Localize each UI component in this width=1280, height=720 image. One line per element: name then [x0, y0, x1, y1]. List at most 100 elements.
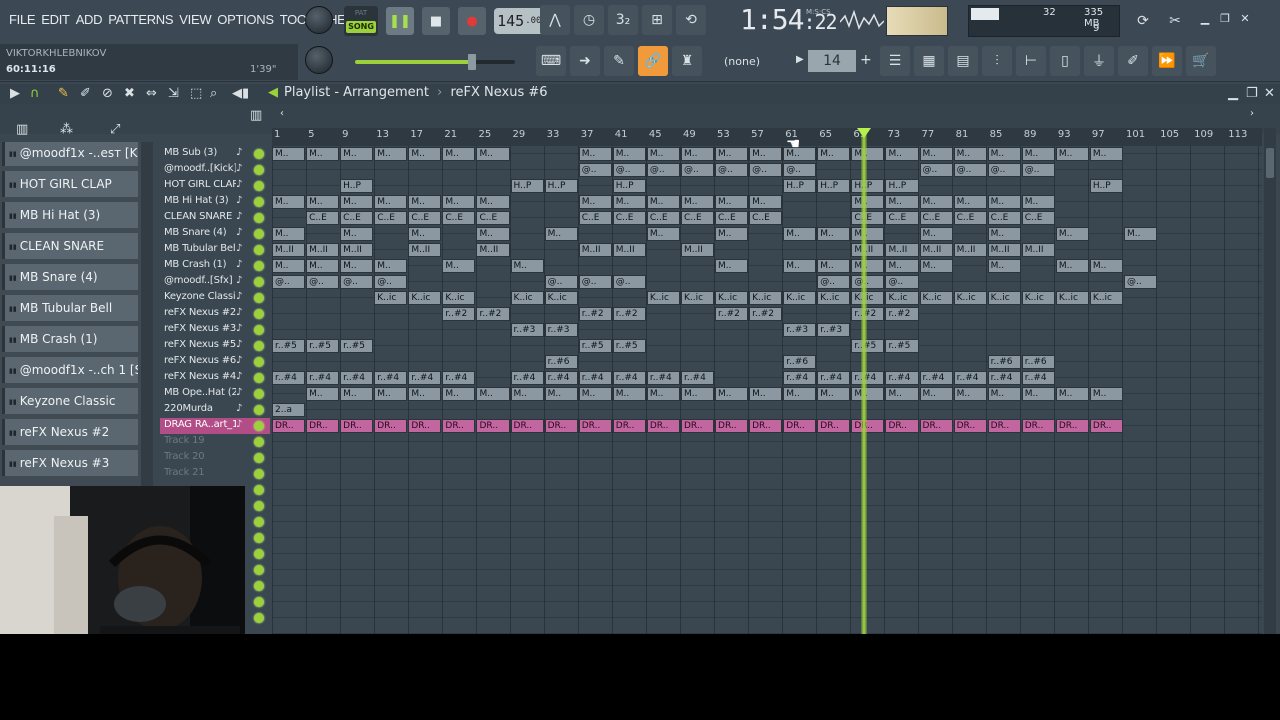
pattern-clip[interactable]: M..	[885, 387, 919, 401]
playhead-marker[interactable]	[857, 128, 872, 138]
pattern-clip[interactable]: M..	[374, 195, 408, 209]
pattern-clip[interactable]: M..	[408, 195, 442, 209]
pattern-clip[interactable]: M..	[1089, 387, 1123, 401]
pattern-clip[interactable]: r..#3	[817, 323, 851, 337]
track-header[interactable]: Track 20	[160, 450, 270, 466]
video-button[interactable]: ⏩	[1152, 46, 1182, 76]
pattern-clip[interactable]: M..	[408, 227, 442, 241]
pattern-clip[interactable]: M..II	[953, 243, 987, 257]
pattern-clip[interactable]: M..	[306, 195, 340, 209]
picker-item[interactable]: MB Snare (4)	[2, 264, 138, 290]
pattern-clip[interactable]: r..#4	[987, 371, 1021, 385]
record-button[interactable]: ●	[458, 7, 486, 35]
pattern-clip[interactable]: DR..	[1089, 419, 1123, 433]
pattern-clip[interactable]: @..	[544, 275, 578, 289]
track-header[interactable]: @moodf..[Kick] ♪	[160, 162, 270, 178]
track-header[interactable]: reFX Nexus #2 ♪	[160, 306, 270, 322]
pattern-clip[interactable]: M..	[578, 387, 612, 401]
pattern-clip[interactable]: C..E	[919, 211, 953, 225]
pattern-clip[interactable]: M..	[919, 259, 953, 273]
track-mute-led[interactable]	[254, 565, 264, 575]
store-button[interactable]: 🛒	[1186, 46, 1216, 76]
track-header[interactable]: MB Crash (1) ♪	[160, 258, 270, 274]
track-mute-led[interactable]	[254, 165, 264, 175]
picker-item[interactable]: MB Crash (1)	[2, 326, 138, 352]
track-mute-led[interactable]	[254, 453, 264, 463]
pattern-clip[interactable]: M..	[374, 387, 408, 401]
pat-song-toggle[interactable]: PAT SONG	[344, 6, 378, 36]
pattern-clip[interactable]: M..	[680, 195, 715, 209]
picker-item[interactable]: Keyzone Classic	[2, 388, 138, 414]
pattern-clip[interactable]: M..	[1089, 259, 1123, 273]
main-pitch-knob[interactable]	[305, 46, 333, 74]
channel-rack-button[interactable]: ▤	[948, 46, 978, 76]
pattern-clip[interactable]: r..#4	[306, 371, 340, 385]
project-button[interactable]: ▯	[1050, 46, 1080, 76]
track-mute-led[interactable]	[254, 437, 264, 447]
step-edit-button[interactable]: ➜	[570, 46, 600, 76]
vertical-scrollbar[interactable]	[1264, 128, 1276, 634]
track-mute-led[interactable]	[254, 581, 264, 591]
pattern-clip[interactable]: M..	[1124, 227, 1158, 241]
pattern-clip[interactable]: C..E	[442, 211, 476, 225]
pattern-clip[interactable]: r..#4	[953, 371, 987, 385]
pattern-clip[interactable]: M..	[987, 195, 1021, 209]
picker-audio-icon[interactable]: ⁂	[60, 122, 73, 137]
slice-tool-icon[interactable]: ⇲	[168, 86, 179, 101]
magnet-icon[interactable]: ∩	[30, 86, 40, 101]
playlist-button[interactable]: ☰	[880, 46, 910, 76]
pattern-clip[interactable]: C..E	[476, 211, 510, 225]
typing-keyboard-button[interactable]: ⌨	[536, 46, 566, 76]
menu-file[interactable]: FILE	[6, 12, 38, 27]
pattern-clip[interactable]: M..	[340, 227, 374, 241]
pattern-clip[interactable]: @..	[919, 163, 953, 177]
pattern-selector[interactable]: (none)	[702, 50, 782, 72]
menu-add[interactable]: ADD	[73, 12, 106, 27]
pattern-clip[interactable]: K..ic	[442, 291, 476, 305]
track-header[interactable]: reFX Nexus #5 ♪	[160, 338, 270, 354]
pattern-clip[interactable]: C..E	[578, 211, 612, 225]
pattern-clip[interactable]: r..#4	[680, 371, 715, 385]
pattern-clip[interactable]: M..	[987, 227, 1021, 241]
pattern-clip[interactable]: K..ic	[715, 291, 749, 305]
pattern-clip[interactable]: C..E	[987, 211, 1021, 225]
pattern-clip[interactable]: r..#4	[646, 371, 680, 385]
pattern-clip[interactable]: DR..	[1021, 419, 1055, 433]
pattern-clip[interactable]: @..	[885, 275, 919, 289]
pattern-clip[interactable]: r..#6	[987, 355, 1021, 369]
pattern-clip[interactable]: M..	[476, 195, 510, 209]
piano-roll-button[interactable]: ▦	[914, 46, 944, 76]
pattern-clip[interactable]: M..	[953, 387, 987, 401]
pattern-clip[interactable]: M..	[885, 259, 919, 273]
pattern-clip[interactable]: @..	[1021, 163, 1055, 177]
pattern-clip[interactable]: M..	[272, 259, 306, 273]
pattern-clip[interactable]: C..E	[953, 211, 987, 225]
pattern-clip[interactable]: M..	[272, 147, 306, 161]
pattern-clip[interactable]: M..	[783, 387, 817, 401]
pattern-clip[interactable]: @..	[715, 163, 749, 177]
pattern-clip[interactable]: C..E	[715, 211, 749, 225]
track-header[interactable]: reFX Nexus #6 ♪	[160, 354, 270, 370]
pattern-clip[interactable]: C..E	[1021, 211, 1055, 225]
pattern-clip[interactable]: DR..	[953, 419, 987, 433]
pattern-clip[interactable]: r..#4	[783, 371, 817, 385]
timeline-ruler[interactable]: 1 5 9 13 17 21 25 29 33 37 41 45 49 53 57 61 65 69 73 77 81 8…	[272, 128, 1262, 146]
scroll-left-icon[interactable]: ‹	[280, 108, 284, 119]
pattern-clip[interactable]: DR..	[646, 419, 680, 433]
step-value[interactable]: 14	[808, 50, 856, 72]
pattern-clip[interactable]: @..	[374, 275, 408, 289]
pause-button[interactable]: ❚❚	[386, 7, 414, 35]
pattern-clip[interactable]: M..	[306, 147, 340, 161]
pattern-clip[interactable]: 2..a	[272, 403, 306, 417]
pattern-clip[interactable]: H..P	[510, 179, 544, 193]
pattern-clip[interactable]: M..	[749, 147, 783, 161]
pattern-clip[interactable]: C..E	[408, 211, 442, 225]
pattern-clip[interactable]: M..II	[272, 243, 306, 257]
picker-item[interactable]: reFX Nexus #2	[2, 419, 138, 445]
track-mute-led[interactable]	[254, 549, 264, 559]
pattern-clip[interactable]: M..II	[919, 243, 953, 257]
pattern-clip[interactable]: M..	[442, 259, 476, 273]
pattern-clip[interactable]: DR..	[510, 419, 544, 433]
pattern-clip[interactable]: DR..	[749, 419, 783, 433]
playlist-close-icon[interactable]: ✕	[1264, 86, 1275, 101]
